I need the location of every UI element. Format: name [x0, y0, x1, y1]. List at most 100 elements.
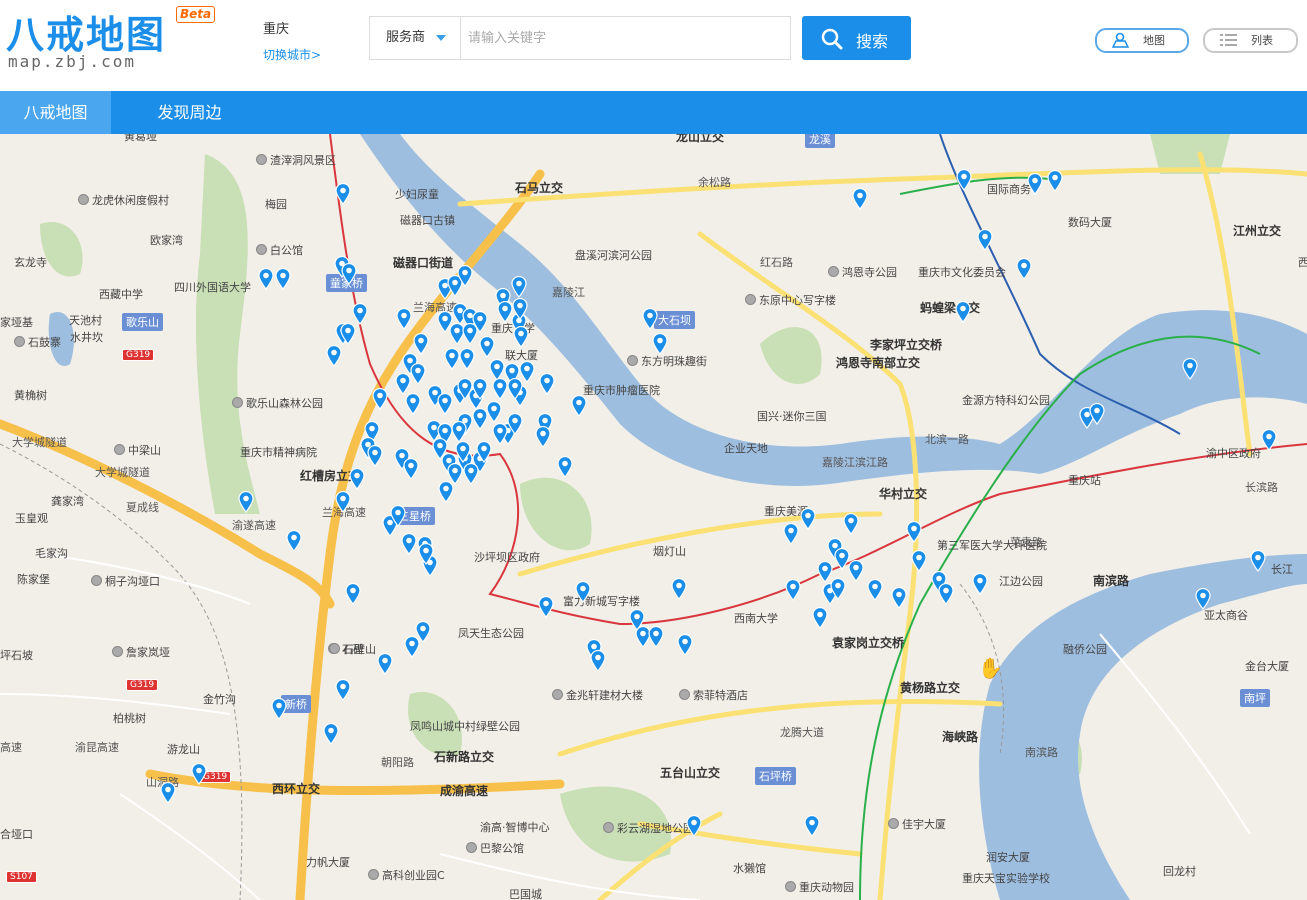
service-provider-pin-icon[interactable]	[539, 373, 555, 395]
service-provider-pin-icon[interactable]	[418, 543, 434, 565]
service-provider-pin-icon[interactable]	[783, 523, 799, 545]
service-provider-pin-icon[interactable]	[492, 378, 508, 400]
service-provider-pin-icon[interactable]	[413, 333, 429, 355]
service-provider-pin-icon[interactable]	[1261, 429, 1277, 451]
service-provider-pin-icon[interactable]	[447, 463, 463, 485]
service-provider-pin-icon[interactable]	[479, 336, 495, 358]
tab-discover-nearby[interactable]: 发现周边	[111, 91, 268, 134]
service-provider-pin-icon[interactable]	[444, 348, 460, 370]
service-provider-pin-icon[interactable]	[345, 583, 361, 605]
search-input[interactable]	[462, 18, 790, 58]
service-provider-pin-icon[interactable]	[830, 578, 846, 600]
service-provider-pin-icon[interactable]	[486, 401, 502, 423]
service-provider-pin-icon[interactable]	[377, 653, 393, 675]
service-provider-pin-icon[interactable]	[271, 698, 287, 720]
service-provider-pin-icon[interactable]	[367, 445, 383, 467]
service-provider-pin-icon[interactable]	[258, 268, 274, 290]
service-provider-pin-icon[interactable]	[642, 308, 658, 330]
service-provider-pin-icon[interactable]	[1089, 403, 1105, 425]
service-provider-pin-icon[interactable]	[335, 679, 351, 701]
service-provider-pin-icon[interactable]	[512, 298, 528, 320]
service-provider-pin-icon[interactable]	[891, 587, 907, 609]
service-provider-pin-icon[interactable]	[956, 169, 972, 191]
service-provider-pin-icon[interactable]	[804, 815, 820, 837]
service-provider-pin-icon[interactable]	[686, 815, 702, 837]
service-provider-pin-icon[interactable]	[513, 326, 529, 348]
map-canvas[interactable]: 黄葛垭 渣滓洞风景区 少妇尿童 磁器口古镇 龙虎休闲度假村 梅园 欧家湾 白公馆 玄龙寺 西藏中学…	[0, 134, 1307, 900]
service-provider-pin-icon[interactable]	[457, 378, 473, 400]
service-provider-pin-icon[interactable]	[535, 426, 551, 448]
service-provider-pin-icon[interactable]	[492, 423, 508, 445]
service-provider-pin-icon[interactable]	[191, 763, 207, 785]
service-provider-pin-icon[interactable]	[1182, 358, 1198, 380]
service-provider-pin-icon[interactable]	[906, 521, 922, 543]
service-provider-pin-icon[interactable]	[352, 303, 368, 325]
service-provider-pin-icon[interactable]	[403, 458, 419, 480]
service-provider-pin-icon[interactable]	[677, 634, 693, 656]
service-provider-pin-icon[interactable]	[955, 301, 971, 323]
service-provider-pin-icon[interactable]	[557, 456, 573, 478]
service-provider-pin-icon[interactable]	[843, 513, 859, 535]
service-provider-pin-icon[interactable]	[457, 265, 473, 287]
service-provider-pin-icon[interactable]	[671, 578, 687, 600]
service-provider-pin-icon[interactable]	[405, 393, 421, 415]
service-provider-pin-icon[interactable]	[977, 229, 993, 251]
service-provider-pin-icon[interactable]	[590, 650, 606, 672]
service-provider-pin-icon[interactable]	[401, 533, 417, 555]
service-provider-pin-icon[interactable]	[372, 388, 388, 410]
service-provider-pin-icon[interactable]	[575, 581, 591, 603]
service-provider-pin-icon[interactable]	[538, 596, 554, 618]
service-provider-pin-icon[interactable]	[160, 782, 176, 804]
service-provider-pin-icon[interactable]	[852, 188, 868, 210]
service-provider-pin-icon[interactable]	[812, 607, 828, 629]
service-provider-pin-icon[interactable]	[785, 579, 801, 601]
site-logo[interactable]: 八戒地图 Beta map.zbj.com	[6, 4, 216, 71]
service-provider-pin-icon[interactable]	[341, 263, 357, 285]
search-type-select[interactable]: 服务商	[370, 17, 461, 59]
search-button[interactable]: 搜索	[802, 16, 911, 60]
service-provider-pin-icon[interactable]	[472, 378, 488, 400]
service-provider-pin-icon[interactable]	[1195, 588, 1211, 610]
service-provider-pin-icon[interactable]	[286, 530, 302, 552]
service-provider-pin-icon[interactable]	[652, 333, 668, 355]
service-provider-pin-icon[interactable]	[395, 373, 411, 395]
service-provider-pin-icon[interactable]	[238, 491, 254, 513]
service-provider-pin-icon[interactable]	[472, 408, 488, 430]
service-provider-pin-icon[interactable]	[462, 323, 478, 345]
service-provider-pin-icon[interactable]	[463, 463, 479, 485]
service-provider-pin-icon[interactable]	[571, 395, 587, 417]
list-view-button[interactable]: 列表	[1203, 28, 1298, 53]
map-view-button[interactable]: 地图	[1095, 28, 1189, 53]
service-provider-pin-icon[interactable]	[848, 560, 864, 582]
service-provider-pin-icon[interactable]	[335, 183, 351, 205]
service-provider-pin-icon[interactable]	[410, 363, 426, 385]
service-provider-pin-icon[interactable]	[437, 393, 453, 415]
service-provider-pin-icon[interactable]	[335, 491, 351, 513]
service-provider-pin-icon[interactable]	[507, 378, 523, 400]
tab-bajie-map[interactable]: 八戒地图	[0, 91, 111, 134]
service-provider-pin-icon[interactable]	[404, 636, 420, 658]
service-provider-pin-icon[interactable]	[476, 441, 492, 463]
service-provider-pin-icon[interactable]	[1250, 550, 1266, 572]
service-provider-pin-icon[interactable]	[455, 441, 471, 463]
service-provider-pin-icon[interactable]	[340, 323, 356, 345]
service-provider-pin-icon[interactable]	[459, 348, 475, 370]
service-provider-pin-icon[interactable]	[507, 413, 523, 435]
service-provider-pin-icon[interactable]	[497, 301, 513, 323]
service-provider-pin-icon[interactable]	[432, 438, 448, 460]
service-provider-pin-icon[interactable]	[1027, 173, 1043, 195]
switch-city-link[interactable]: 切换城市>	[263, 46, 321, 63]
service-provider-pin-icon[interactable]	[326, 345, 342, 367]
service-provider-pin-icon[interactable]	[390, 505, 406, 527]
service-provider-pin-icon[interactable]	[1016, 258, 1032, 280]
service-provider-pin-icon[interactable]	[1047, 170, 1063, 192]
service-provider-pin-icon[interactable]	[396, 308, 412, 330]
service-provider-pin-icon[interactable]	[511, 276, 527, 298]
service-provider-pin-icon[interactable]	[867, 579, 883, 601]
service-provider-pin-icon[interactable]	[972, 573, 988, 595]
service-provider-pin-icon[interactable]	[451, 421, 467, 443]
service-provider-pin-icon[interactable]	[911, 550, 927, 572]
service-provider-pin-icon[interactable]	[938, 583, 954, 605]
service-provider-pin-icon[interactable]	[800, 508, 816, 530]
service-provider-pin-icon[interactable]	[323, 723, 339, 745]
